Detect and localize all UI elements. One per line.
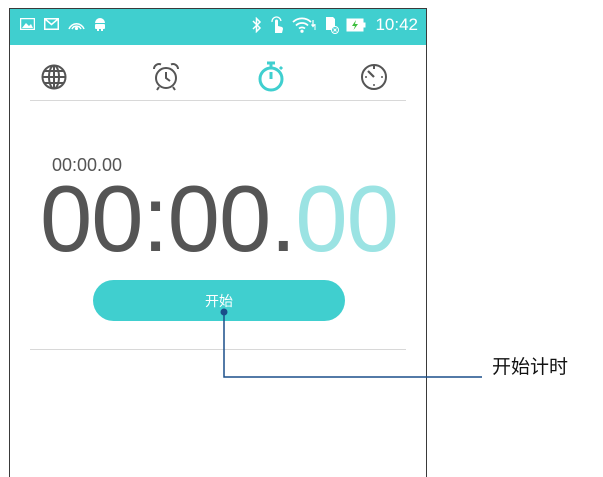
android-icon [94,17,106,31]
tab-alarm[interactable] [146,57,186,97]
tab-timer[interactable] [354,57,394,97]
hotspot-icon [68,18,85,30]
mail-icon [44,18,59,30]
wifi-icon [292,17,316,33]
bluetooth-icon [252,17,262,33]
bottom-divider [30,349,406,350]
phone-screen: 10:42 00:00.00 00:00.00 开始 [9,8,427,477]
clock-tabs [10,57,426,105]
tab-world-clock[interactable] [34,57,74,97]
gallery-icon [20,18,35,30]
globe-icon [40,63,68,91]
battery-charging-icon [346,16,368,34]
tabs-divider [30,100,406,101]
stopwatch-hundredths: 00 [295,166,399,271]
touch-icon [269,16,285,34]
stopwatch-icon [256,61,286,93]
stopwatch-main-digits: 00:00. [40,166,296,271]
sdcard-icon [323,16,340,34]
tab-stopwatch[interactable] [251,57,291,97]
status-time: 10:42 [375,15,418,34]
timer-icon [359,62,389,92]
start-button[interactable]: 开始 [93,280,345,321]
status-bar: 10:42 [10,9,426,45]
callout-label: 开始计时 [492,356,569,378]
alarm-clock-icon [151,62,181,92]
stopwatch-display: 00:00.00 [40,172,399,266]
